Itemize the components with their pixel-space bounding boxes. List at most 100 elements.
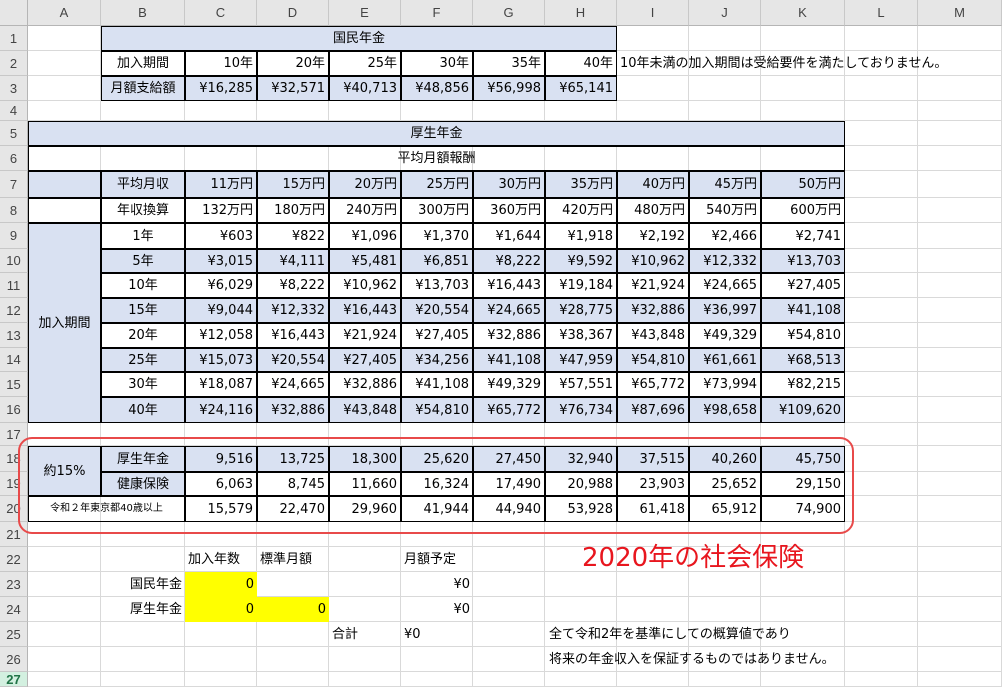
column-header[interactable]: K	[761, 0, 845, 26]
insurance-value: 13,725	[257, 446, 329, 472]
pension-value: ¥1,370	[401, 223, 473, 249]
row-header[interactable]: 6	[0, 146, 28, 171]
row-header[interactable]: 19	[0, 472, 28, 496]
pension-value: ¥2,192	[617, 223, 689, 249]
column-header[interactable]: F	[401, 0, 473, 26]
pension-value: ¥24,116	[185, 397, 257, 423]
row-header[interactable]: 25	[0, 622, 28, 647]
column-header[interactable]: C	[185, 0, 257, 26]
annual-income: 300万円	[401, 198, 473, 223]
pension-value: ¥21,924	[617, 273, 689, 298]
row-header[interactable]: 11	[0, 273, 28, 298]
pension-value: ¥3,015	[185, 249, 257, 273]
row-header[interactable]: 1	[0, 26, 28, 51]
row-header[interactable]: 3	[0, 76, 28, 101]
welfare-years-input[interactable]: 0	[185, 597, 257, 622]
insurance-total-label: 令和２年東京都40歳以上	[28, 496, 185, 522]
pension-value: ¥13,703	[761, 249, 845, 273]
pension-value: ¥10,962	[329, 273, 401, 298]
insurance-total: 65,912	[689, 496, 761, 522]
column-header[interactable]: B	[101, 0, 185, 26]
avg-income: 15万円	[257, 171, 329, 198]
row-header[interactable]: 17	[0, 423, 28, 446]
avg-income: 50万円	[761, 171, 845, 198]
row-header[interactable]: 12	[0, 298, 28, 323]
insurance-total: 29,960	[329, 496, 401, 522]
insurance-row-label: 健康保険	[101, 472, 185, 496]
insurance-value: 11,660	[329, 472, 401, 496]
row-header[interactable]: 8	[0, 198, 28, 223]
column-header[interactable]: E	[329, 0, 401, 26]
national-note: 10年未満の加入期間は受給要件を満たしておりません。	[620, 56, 948, 71]
national-years-input[interactable]: 0	[185, 572, 257, 597]
annual-income: 132万円	[185, 198, 257, 223]
row-header[interactable]: 21	[0, 522, 28, 547]
row-header[interactable]: 24	[0, 597, 28, 622]
column-header[interactable]: I	[617, 0, 689, 26]
spreadsheet: A B C D E F G H I J K L M 1 2 3 4 5 6 7 8 9 10 11 12 13 14 15 16 17 18…	[0, 0, 1002, 687]
row-header[interactable]: 10	[0, 249, 28, 273]
pension-value: ¥24,665	[473, 298, 545, 323]
column-header[interactable]: H	[545, 0, 617, 26]
pension-value: ¥12,332	[257, 298, 329, 323]
blank-cell	[28, 198, 101, 223]
row-header[interactable]: 22	[0, 547, 28, 572]
pension-value: ¥32,886	[329, 372, 401, 397]
total-value: ¥0	[404, 627, 421, 642]
row-header[interactable]: 18	[0, 446, 28, 472]
pension-value: ¥54,810	[761, 323, 845, 348]
national-period: 40年	[545, 51, 617, 76]
insurance-total: 53,928	[545, 496, 617, 522]
insurance-value: 17,490	[473, 472, 545, 496]
pension-value: ¥43,848	[617, 323, 689, 348]
pension-value: ¥49,329	[689, 323, 761, 348]
row-header[interactable]: 26	[0, 647, 28, 672]
welfare-std-input[interactable]: 0	[257, 597, 329, 622]
select-all-corner[interactable]	[0, 0, 28, 26]
column-header[interactable]: J	[689, 0, 761, 26]
row-header[interactable]: 7	[0, 171, 28, 198]
pension-value: ¥73,994	[689, 372, 761, 397]
row-header[interactable]: 14	[0, 348, 28, 372]
pension-value: ¥1,918	[545, 223, 617, 249]
column-header[interactable]: A	[28, 0, 101, 26]
row-header[interactable]: 27	[0, 672, 28, 687]
row-header[interactable]: 23	[0, 572, 28, 597]
pension-value: ¥68,513	[761, 348, 845, 372]
pension-value: ¥6,851	[401, 249, 473, 273]
pension-value: ¥16,443	[473, 273, 545, 298]
row-header[interactable]: 16	[0, 397, 28, 423]
pension-value: ¥54,810	[401, 397, 473, 423]
annual-income: 600万円	[761, 198, 845, 223]
insurance-value: 18,300	[329, 446, 401, 472]
row-header[interactable]: 15	[0, 372, 28, 397]
pension-value: ¥47,959	[545, 348, 617, 372]
row-header[interactable]: 5	[0, 121, 28, 146]
pension-value: ¥41,108	[473, 348, 545, 372]
column-header[interactable]: L	[845, 0, 918, 26]
insurance-total: 61,418	[617, 496, 689, 522]
monthly-label: 月額支給額	[101, 76, 185, 101]
pension-value: ¥16,443	[329, 298, 401, 323]
row-header[interactable]: 20	[0, 496, 28, 522]
pension-value: ¥19,184	[545, 273, 617, 298]
avg-income: 40万円	[617, 171, 689, 198]
column-header[interactable]: G	[473, 0, 545, 26]
national-period: 20年	[257, 51, 329, 76]
pension-value: ¥12,332	[689, 249, 761, 273]
column-header[interactable]: M	[918, 0, 1002, 26]
column-header[interactable]: D	[257, 0, 329, 26]
pension-value: ¥9,592	[545, 249, 617, 273]
row-header[interactable]: 4	[0, 101, 28, 121]
row-header[interactable]: 13	[0, 323, 28, 348]
insurance-value: 40,260	[689, 446, 761, 472]
pension-value: ¥41,108	[761, 298, 845, 323]
national-period: 35年	[473, 51, 545, 76]
row-header[interactable]: 9	[0, 223, 28, 249]
annual-income: 540万円	[689, 198, 761, 223]
pension-value: ¥24,665	[689, 273, 761, 298]
row-header[interactable]: 2	[0, 51, 28, 76]
pension-value: ¥28,775	[545, 298, 617, 323]
pension-value: ¥32,886	[257, 397, 329, 423]
std-monthly-header: 標準月額	[260, 552, 313, 567]
